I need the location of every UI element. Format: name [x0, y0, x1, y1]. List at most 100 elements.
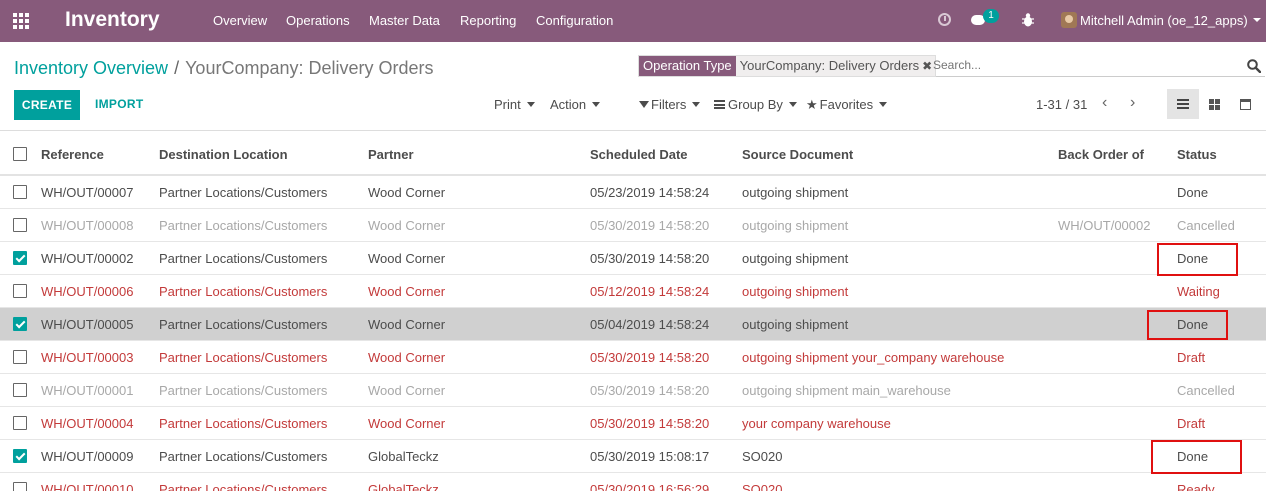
cell-partner: GlobalTeckz — [368, 482, 439, 491]
breadcrumb-parent-link[interactable]: Inventory Overview — [14, 58, 168, 78]
cell-partner: Wood Corner — [368, 416, 446, 431]
table-row[interactable]: WH/OUT/00003 Partner Locations/Customers W… — [0, 341, 1266, 374]
col-header-scheduled-date[interactable]: Scheduled Date — [590, 147, 688, 162]
cell-partner: Wood Corner — [368, 185, 446, 200]
chevron-down-icon — [879, 101, 888, 107]
group-by-dropdown[interactable]: Group By — [714, 97, 797, 112]
row-checkbox[interactable] — [13, 218, 27, 232]
table-row[interactable]: WH/OUT/00005 Partner Locations/Customers W… — [0, 308, 1266, 341]
cell-partner: GlobalTeckz — [368, 449, 439, 464]
cell-scheduled-date: 05/23/2019 14:58:24 — [590, 185, 710, 200]
pager-previous-icon[interactable]: ‹ — [1102, 94, 1107, 112]
row-checkbox[interactable] — [13, 185, 27, 199]
cell-status: Ready — [1177, 482, 1215, 491]
cell-destination-location: Partner Locations/Customers — [159, 284, 328, 299]
col-header-source-document[interactable]: Source Document — [742, 147, 853, 162]
cell-reference: WH/OUT/00004 — [41, 416, 134, 431]
cell-source-document: outgoing shipment — [742, 251, 849, 266]
row-checkbox[interactable] — [13, 350, 27, 364]
messages-badge: 1 — [983, 9, 999, 23]
breadcrumb-separator: / — [174, 58, 180, 78]
facet-value: YourCompany: Delivery Orders — [735, 56, 923, 76]
pager-next-icon[interactable]: › — [1130, 94, 1135, 112]
table-row[interactable]: WH/OUT/00007 Partner Locations/Customers W… — [0, 176, 1266, 209]
col-header-status[interactable]: Status — [1177, 147, 1217, 162]
cell-scheduled-date: 05/30/2019 15:08:17 — [590, 449, 710, 464]
menu-item-configuration[interactable]: Configuration — [536, 13, 613, 28]
cell-destination-location: Partner Locations/Customers — [159, 185, 328, 200]
cell-reference: WH/OUT/00001 — [41, 383, 134, 398]
breadcrumb-current: YourCompany: Delivery Orders — [185, 58, 434, 78]
favorites-dropdown[interactable]: ★ Favorites — [806, 97, 888, 113]
row-checkbox[interactable] — [13, 383, 27, 397]
kanban-view-button[interactable] — [1199, 89, 1231, 119]
select-all-checkbox[interactable] — [13, 147, 27, 161]
row-checkbox[interactable] — [13, 251, 27, 265]
filters-dropdown[interactable]: Filters — [639, 97, 701, 112]
group-bars-icon — [714, 100, 725, 110]
table-row[interactable]: WH/OUT/00008 Partner Locations/Customers W… — [0, 209, 1266, 242]
calendar-view-button[interactable] — [1230, 89, 1262, 119]
cell-partner: Wood Corner — [368, 284, 446, 299]
cell-source-document: outgoing shipment — [742, 218, 849, 233]
print-label: Print — [494, 97, 521, 112]
cell-status: Done — [1177, 185, 1209, 200]
cell-partner: Wood Corner — [368, 251, 446, 266]
table-row[interactable]: WH/OUT/00010 Partner Locations/Customers G… — [0, 473, 1266, 491]
action-dropdown[interactable]: Action — [550, 97, 601, 112]
cell-scheduled-date: 05/30/2019 14:58:20 — [590, 383, 710, 398]
cell-destination-location: Partner Locations/Customers — [159, 416, 328, 431]
top-navbar: Inventory Overview Operations Master Dat… — [0, 0, 1266, 42]
search-icon[interactable] — [1247, 59, 1261, 73]
highlight-box — [1157, 243, 1238, 276]
cell-partner: Wood Corner — [368, 383, 446, 398]
filters-label: Filters — [651, 97, 687, 112]
search-facet: Operation Type YourCompany: Delivery Ord… — [638, 55, 937, 77]
cell-source-document: your company warehouse — [742, 416, 891, 431]
table-row[interactable]: WH/OUT/00001 Partner Locations/Customers W… — [0, 374, 1266, 407]
menu-item-operations[interactable]: Operations — [286, 13, 350, 28]
cell-destination-location: Partner Locations/Customers — [159, 383, 328, 398]
col-header-reference[interactable]: Reference — [41, 147, 104, 162]
row-checkbox[interactable] — [13, 449, 27, 463]
row-checkbox[interactable] — [13, 284, 27, 298]
cell-reference: WH/OUT/00006 — [41, 284, 134, 299]
list-view-button[interactable] — [1167, 89, 1199, 119]
cell-partner: Wood Corner — [368, 317, 446, 332]
row-checkbox[interactable] — [13, 317, 27, 331]
user-avatar[interactable] — [1061, 12, 1077, 28]
activity-clock-icon[interactable] — [938, 13, 951, 26]
menu-item-master-data[interactable]: Master Data — [369, 13, 440, 28]
cell-scheduled-date: 05/30/2019 14:58:20 — [590, 350, 710, 365]
pager-value[interactable]: 1-31 / 31 — [1036, 97, 1087, 112]
search-bar: Operation Type YourCompany: Delivery Ord… — [638, 54, 1265, 77]
list-icon — [1177, 99, 1189, 109]
cell-status: Waiting — [1177, 284, 1220, 299]
cell-reference: WH/OUT/00009 — [41, 449, 134, 464]
table-row[interactable]: WH/OUT/00002 Partner Locations/Customers W… — [0, 242, 1266, 275]
table-row[interactable]: WH/OUT/00004 Partner Locations/Customers W… — [0, 407, 1266, 440]
star-icon: ★ — [806, 97, 818, 112]
table-row[interactable]: WH/OUT/00006 Partner Locations/Customers W… — [0, 275, 1266, 308]
create-button[interactable]: CREATE — [14, 90, 80, 120]
search-input[interactable] — [933, 58, 1243, 72]
menu-item-overview[interactable]: Overview — [213, 13, 267, 28]
debug-bug-icon[interactable] — [1022, 13, 1034, 27]
row-checkbox[interactable] — [13, 482, 27, 491]
print-dropdown[interactable]: Print — [494, 97, 535, 112]
cell-status: Cancelled — [1177, 383, 1235, 398]
cell-status: Cancelled — [1177, 218, 1235, 233]
col-header-back-order-of[interactable]: Back Order of — [1058, 147, 1144, 162]
user-menu-caret-icon[interactable] — [1253, 18, 1261, 22]
calendar-icon — [1240, 99, 1251, 110]
col-header-destination-location[interactable]: Destination Location — [159, 147, 288, 162]
row-checkbox[interactable] — [13, 416, 27, 430]
menu-item-reporting[interactable]: Reporting — [460, 13, 516, 28]
import-button[interactable]: IMPORT — [95, 97, 143, 111]
cell-scheduled-date: 05/12/2019 14:58:24 — [590, 284, 710, 299]
user-menu-name[interactable]: Mitchell Admin (oe_12_apps) — [1080, 13, 1248, 28]
group-by-label: Group By — [728, 97, 783, 112]
table-row[interactable]: WH/OUT/00009 Partner Locations/Customers G… — [0, 440, 1266, 473]
col-header-partner[interactable]: Partner — [368, 147, 414, 162]
cell-destination-location: Partner Locations/Customers — [159, 317, 328, 332]
